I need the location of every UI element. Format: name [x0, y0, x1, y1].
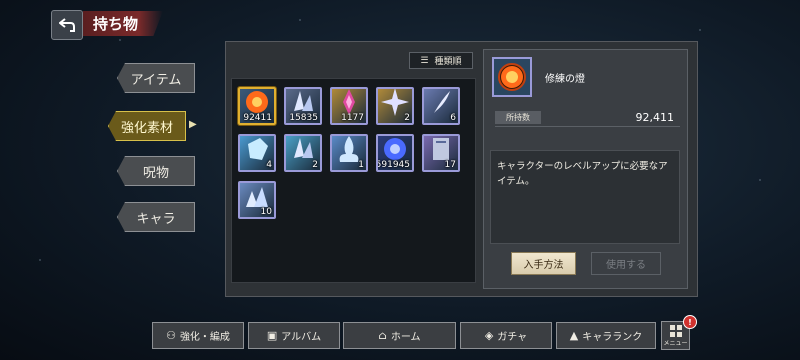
- inventory-item[interactable]: 1: [330, 134, 368, 172]
- inventory-item[interactable]: 92411: [238, 87, 276, 125]
- rank-icon: ▲: [569, 329, 579, 342]
- item-count: 92411: [243, 113, 272, 123]
- item-count: 15835: [289, 113, 318, 123]
- active-tab-arrow-icon: ▶: [189, 119, 197, 130]
- tab-characters[interactable]: キャラ: [117, 202, 195, 232]
- menu-label: メニュー: [663, 339, 688, 347]
- gacha-icon: ◈: [484, 329, 494, 342]
- nav-character-rank[interactable]: ▲ キャラランク: [556, 322, 656, 349]
- nav-album[interactable]: ▣ アルバム: [248, 322, 340, 349]
- item-count: 1177: [341, 113, 364, 123]
- detail-item-name: 修練の燈: [545, 74, 585, 85]
- sort-icon: ☰: [420, 55, 429, 66]
- stock-label: 所持数: [495, 111, 541, 124]
- stock-row: 所持数 92,411: [495, 111, 680, 127]
- tab-items[interactable]: アイテム: [117, 63, 195, 93]
- notification-badge: !: [683, 315, 697, 329]
- inventory-item[interactable]: 4: [238, 134, 276, 172]
- nav-label: 強化・編成: [179, 332, 230, 343]
- item-count: 591945: [376, 160, 410, 170]
- back-arrow-icon: [59, 18, 75, 32]
- party-icon: ⚇: [166, 329, 176, 342]
- item-count: 4: [266, 160, 272, 170]
- inventory-item[interactable]: 1177: [330, 87, 368, 125]
- nav-label: ガチャ: [497, 332, 528, 343]
- tab-enhance-materials[interactable]: 強化素材: [108, 111, 186, 141]
- nav-home[interactable]: ⌂ ホーム: [343, 322, 456, 349]
- menu-grid-icon: [669, 324, 682, 337]
- nav-enhance-party[interactable]: ⚇ 強化・編成: [152, 322, 244, 349]
- inventory-item[interactable]: 6: [422, 87, 460, 125]
- sort-label: 種類順: [434, 57, 462, 67]
- item-count: 1: [358, 160, 364, 170]
- tab-curse-items[interactable]: 呪物: [117, 156, 195, 186]
- inventory-item[interactable]: 17: [422, 134, 460, 172]
- nav-label: アルバム: [281, 332, 322, 343]
- flame-orb-icon: [498, 63, 526, 91]
- nav-gacha[interactable]: ◈ ガチャ: [460, 322, 552, 349]
- item-description: キャラクターのレベルアップに必要なアイテム。: [490, 150, 680, 244]
- page-title: 持ち物: [83, 11, 163, 36]
- inventory-item[interactable]: 2: [284, 134, 322, 172]
- use-item-button[interactable]: 使用する: [591, 252, 661, 275]
- item-count: 2: [312, 160, 318, 170]
- item-count: 6: [450, 113, 456, 123]
- stock-value: 92,411: [635, 111, 675, 124]
- album-icon: ▣: [266, 329, 278, 342]
- detail-item-icon: [492, 57, 532, 97]
- sort-button[interactable]: ☰ 種類順: [409, 52, 473, 69]
- obtain-method-button[interactable]: 入手方法: [511, 252, 576, 275]
- inventory-item[interactable]: 15835: [284, 87, 322, 125]
- back-button[interactable]: [51, 10, 83, 40]
- nav-label: ホーム: [390, 332, 421, 343]
- home-icon: ⌂: [378, 329, 387, 342]
- item-count: 10: [260, 207, 272, 217]
- item-count: 2: [404, 113, 410, 123]
- inventory-item[interactable]: 2: [376, 87, 414, 125]
- inventory-item[interactable]: 10: [238, 181, 276, 219]
- nav-label: キャラランク: [582, 332, 643, 343]
- item-count: 17: [444, 160, 456, 170]
- inventory-item[interactable]: 591945: [376, 134, 414, 172]
